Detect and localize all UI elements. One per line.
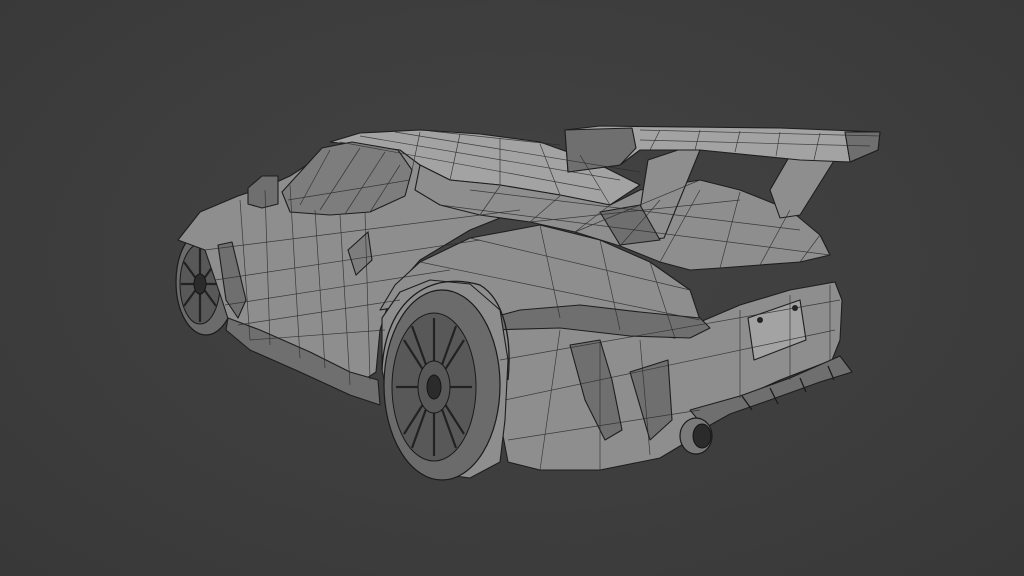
side-mirror <box>247 175 279 209</box>
rear-right-wheel <box>381 279 509 481</box>
3d-viewport[interactable] <box>0 0 1024 576</box>
exhaust-pipe <box>679 417 713 455</box>
car-wireframe-model[interactable] <box>0 0 1024 576</box>
plate-bolt-icon <box>757 317 763 323</box>
wing-endplate-right <box>844 131 881 163</box>
